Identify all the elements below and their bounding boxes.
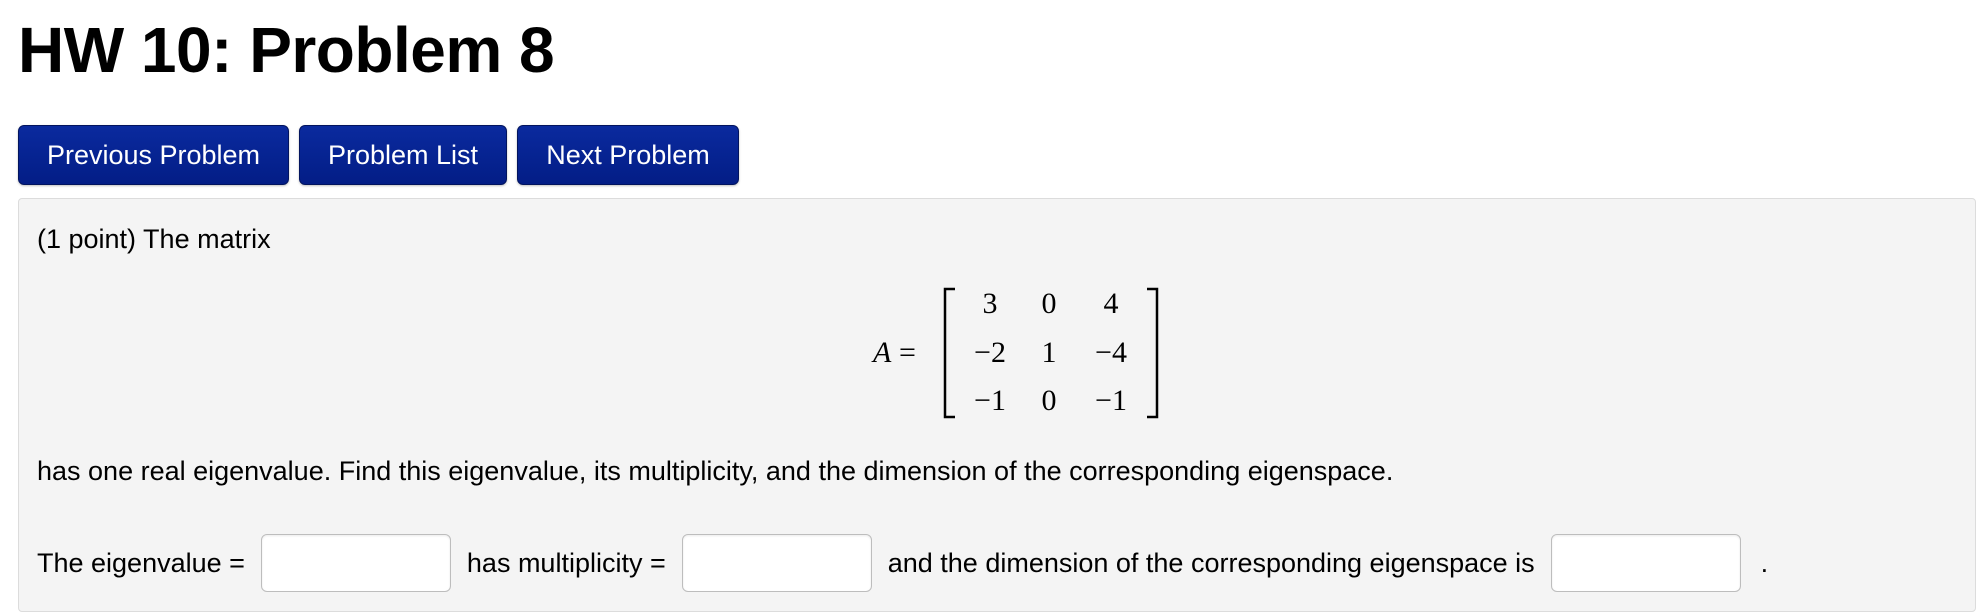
page-title: HW 10: Problem 8 bbox=[18, 14, 555, 86]
matrix-name: A bbox=[871, 336, 892, 369]
matrix-display: A = 3 0 4 −2 1 −4 −1 0 −1 bbox=[19, 283, 1975, 423]
matrix-cell: −1 bbox=[1095, 384, 1127, 417]
matrix-cell: 3 bbox=[983, 287, 998, 320]
matrix-cell: −4 bbox=[1095, 336, 1127, 369]
matrix-cell: 0 bbox=[1042, 287, 1057, 320]
page: HW 10: Problem 8 Previous Problem Proble… bbox=[0, 0, 1980, 612]
problem-body: (1 point) The matrix A = 3 0 4 −2 1 −4 −1 0 −1 h… bbox=[18, 198, 1976, 612]
end-period: . bbox=[1760, 547, 1769, 578]
matrix-cell: 1 bbox=[1042, 336, 1057, 369]
previous-problem-button[interactable]: Previous Problem bbox=[18, 125, 289, 185]
matrix-equals: = bbox=[899, 336, 916, 369]
eigenvalue-label: The eigenvalue = bbox=[37, 547, 245, 578]
multiplicity-label: has multiplicity = bbox=[466, 547, 666, 578]
matrix-cell: 4 bbox=[1104, 287, 1119, 320]
dimension-input[interactable] bbox=[1550, 534, 1741, 592]
right-bracket bbox=[1147, 287, 1159, 419]
next-problem-button[interactable]: Next Problem bbox=[517, 125, 739, 185]
dimension-label: and the dimension of the corresponding e… bbox=[887, 547, 1535, 578]
problem-list-button[interactable]: Problem List bbox=[299, 125, 507, 185]
problem-nav: Previous Problem Problem List Next Probl… bbox=[18, 125, 739, 185]
problem-intro: (1 point) The matrix bbox=[37, 224, 271, 254]
multiplicity-input[interactable] bbox=[681, 534, 872, 592]
eigenvalue-input[interactable] bbox=[260, 534, 451, 592]
matrix-cell: 0 bbox=[1042, 384, 1057, 417]
answer-row: The eigenvalue = has multiplicity = and … bbox=[37, 533, 1768, 593]
matrix-cell: −2 bbox=[974, 336, 1006, 369]
matrix-cell: −1 bbox=[974, 384, 1006, 417]
left-bracket bbox=[943, 287, 955, 419]
matrix-a: A = 3 0 4 −2 1 −4 −1 0 −1 bbox=[871, 287, 1159, 419]
problem-statement: has one real eigenvalue. Find this eigen… bbox=[37, 456, 1394, 486]
